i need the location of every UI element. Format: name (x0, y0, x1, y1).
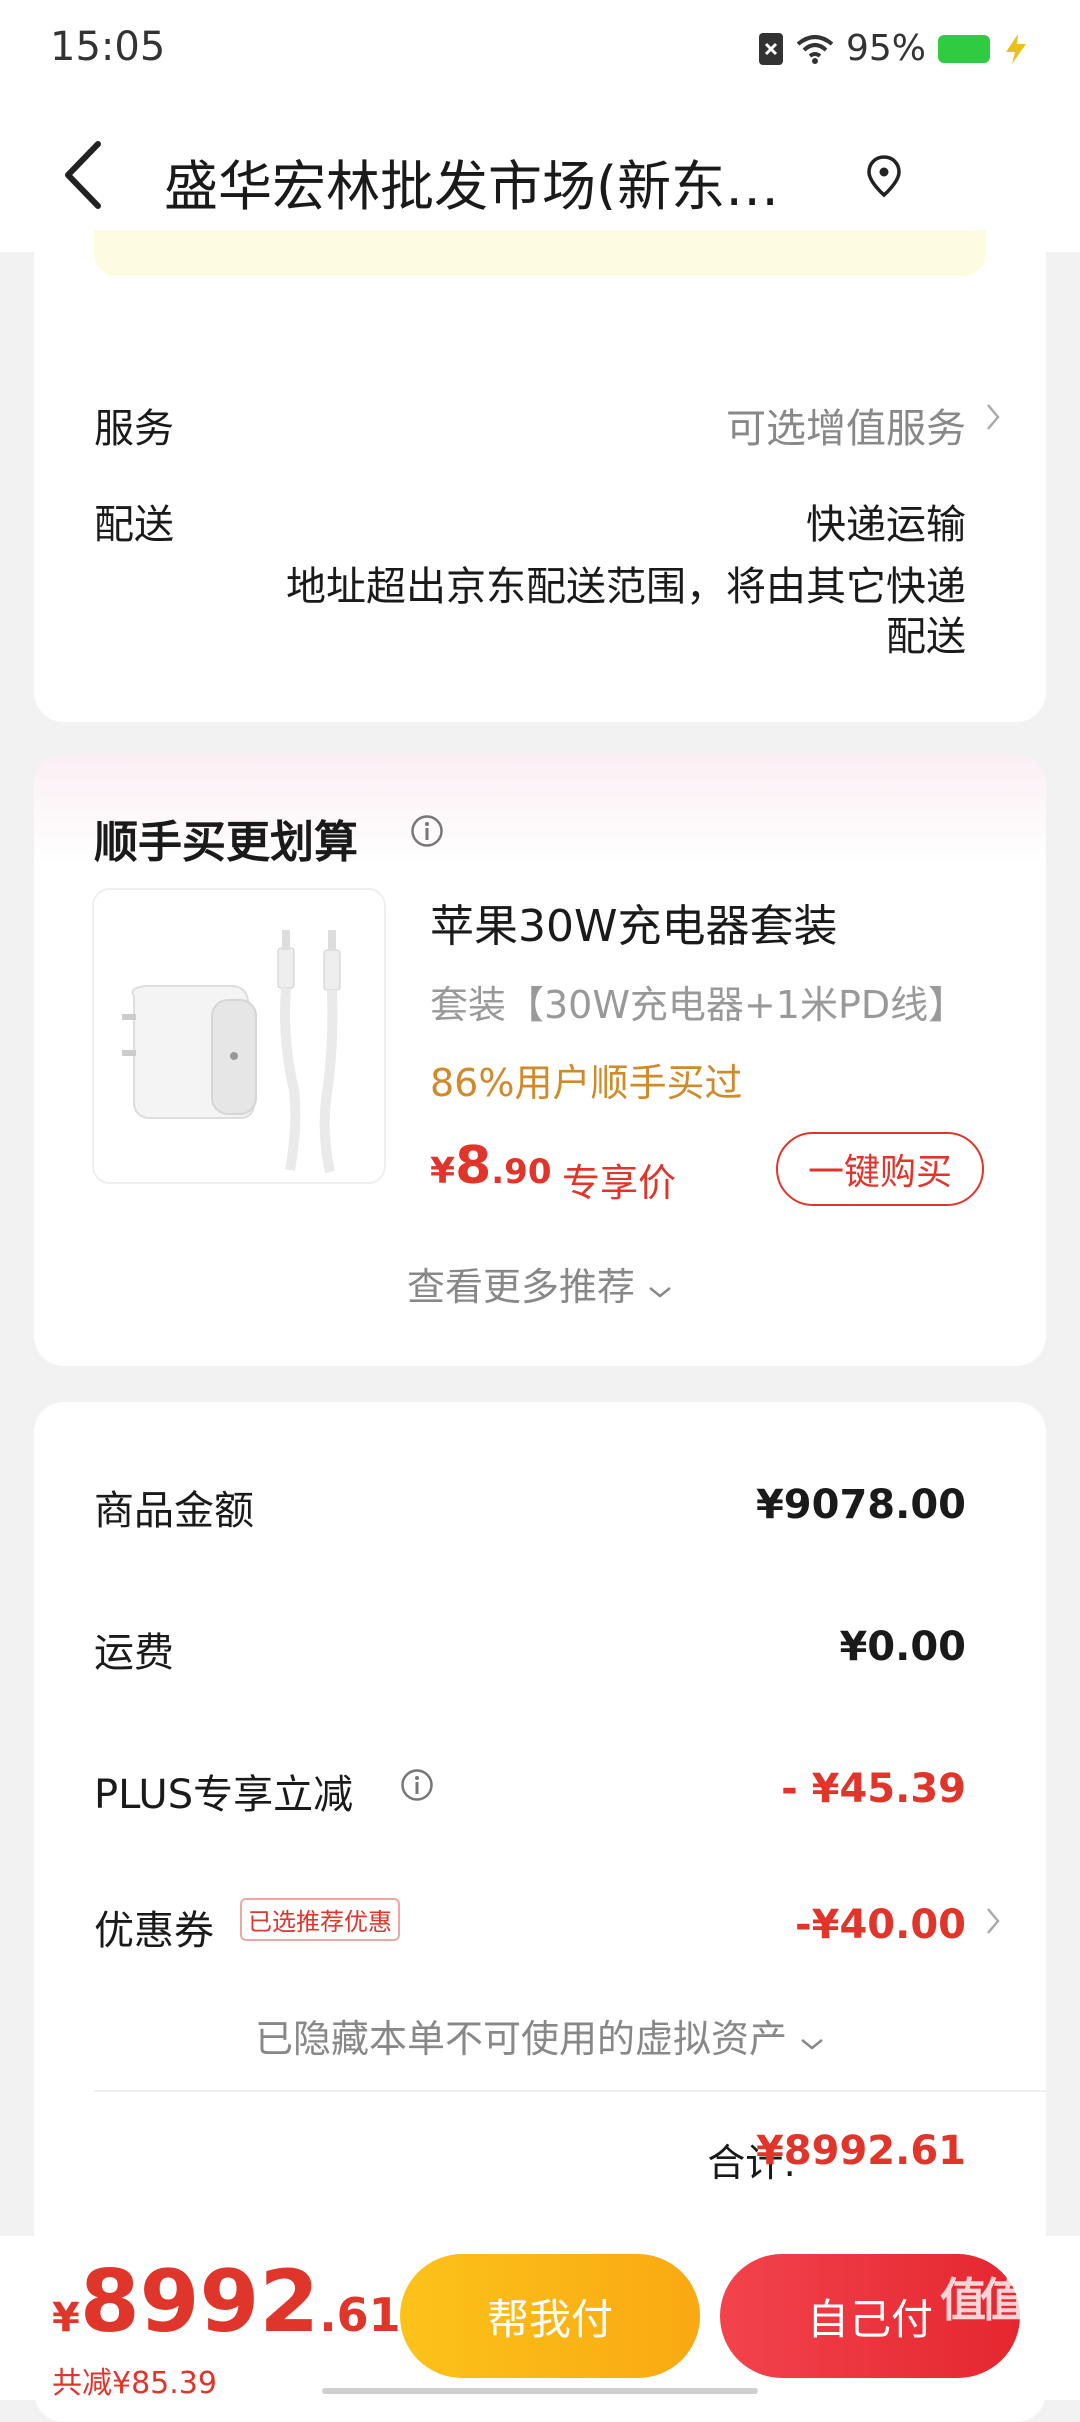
chevron-right-icon[interactable] (986, 402, 1000, 432)
chevron-down-icon (801, 2039, 823, 2050)
view-more-recommendations[interactable]: 查看更多推荐 (34, 1256, 1046, 1311)
home-indicator[interactable] (322, 2388, 758, 2394)
chevron-down-icon (649, 1287, 671, 1298)
info-icon[interactable] (410, 814, 444, 848)
recommendation-title: 顺手买更划算 (94, 817, 358, 868)
one-click-buy-button[interactable]: 一键购买 (776, 1132, 984, 1206)
wifi-icon (796, 34, 834, 64)
delivery-note-line1: 地址超出京东配送范围，将由其它快递 (286, 564, 966, 610)
battery-percent: 95% (845, 28, 926, 69)
hidden-virtual-assets-toggle[interactable]: 已隐藏本单不可使用的虚拟资产 (34, 2008, 1046, 2063)
recommendation-card: 顺手买更划算 苹果30W充电器套装 套装【30W充电器+1米PD线】 86%用户… (34, 754, 1046, 1366)
status-time: 15:05 (50, 24, 166, 70)
watermark: 值值值 (940, 2273, 1066, 2327)
exclusive-price-tag: 专享价 (562, 1161, 677, 1205)
product-spec: 套装【30W充电器+1米PD线】 (430, 983, 967, 1027)
bottom-pay-bar: ¥8992.61 共减¥85.39 帮我付 自己付 值值值 (0, 2236, 1080, 2401)
location-pin-icon[interactable] (866, 154, 902, 198)
coupon-label: 优惠券 (94, 1908, 214, 1954)
product-price: ¥8.90 (430, 1136, 552, 1196)
goods-amount-value: ¥9078.00 (755, 1482, 966, 1528)
divider (94, 2090, 1046, 2092)
order-details-card: 服务 可选增值服务 配送 快递运输 地址超出京东配送范围，将由其它快递 配送 (34, 210, 1046, 722)
status-icons: 95% (758, 28, 1030, 69)
plus-discount-value: - ¥45.39 (781, 1766, 966, 1812)
chevron-right-icon[interactable] (986, 1906, 1000, 1936)
delivery-note-line2: 配送 (886, 614, 966, 660)
battery-icon (938, 34, 990, 63)
service-value[interactable]: 可选增值服务 (726, 396, 966, 454)
delivery-label: 配送 (94, 502, 174, 548)
delivery-method: 快递运输 (806, 502, 966, 548)
back-icon[interactable] (60, 140, 108, 210)
service-label: 服务 (94, 406, 174, 452)
shipping-value: ¥0.00 (839, 1624, 966, 1670)
status-bar: 15:05 95% (0, 0, 1080, 100)
hidden-assets-label: 已隐藏本单不可使用的虚拟资产 (254, 2017, 787, 2061)
plus-discount-label: PLUS专享立减 (94, 1772, 354, 1818)
total-saved: 共减¥85.39 (52, 2366, 217, 2401)
goods-amount-label: 商品金额 (94, 1488, 254, 1534)
charger-illustration (94, 890, 384, 1182)
charging-icon (1006, 33, 1026, 64)
total-value: ¥8992.61 (755, 2128, 966, 2174)
coupon-recommended-badge: 已选推荐优惠 (240, 1898, 400, 1941)
coupon-value[interactable]: -¥40.00 (795, 1902, 966, 1948)
product-buyers-rate: 86%用户顺手买过 (430, 1061, 743, 1105)
product-image[interactable] (92, 888, 386, 1184)
notice-strip (94, 230, 986, 276)
info-icon[interactable] (400, 1768, 434, 1802)
sim-off-icon (758, 32, 783, 65)
product-name[interactable]: 苹果30W充电器套装 (430, 890, 838, 954)
shipping-label: 运费 (94, 1630, 174, 1676)
view-more-label: 查看更多推荐 (406, 1265, 635, 1309)
final-price: ¥8992.61 (52, 2252, 401, 2352)
help-me-pay-button[interactable]: 帮我付 (400, 2254, 700, 2378)
